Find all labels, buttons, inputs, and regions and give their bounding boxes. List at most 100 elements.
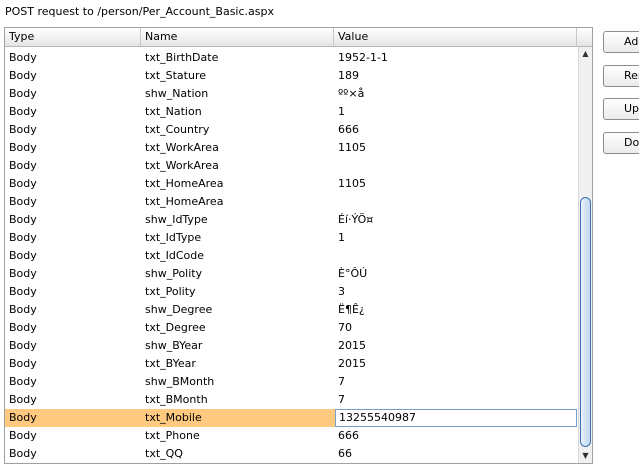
cell-name: shw_BMonth <box>145 375 215 388</box>
add-button[interactable]: Ad <box>603 31 639 53</box>
header-corner <box>577 28 592 47</box>
scroll-down-arrow-icon[interactable]: ▼ <box>579 449 592 463</box>
cell-value[interactable]: ºº×å <box>334 85 577 103</box>
table-row[interactable]: Body shw_Polity È°ÔÚ <box>5 265 577 283</box>
cell-name: txt_BirthDate <box>145 51 219 64</box>
cell-value[interactable]: 13255540987 <box>335 409 577 427</box>
request-title: POST request to /person/Per_Account_Basi… <box>5 5 274 18</box>
cell-type: Body <box>9 177 37 190</box>
table-row[interactable]: Body txt_HomeArea 1105 <box>5 175 577 193</box>
cell-value[interactable]: 66 <box>334 445 577 463</box>
table-row[interactable]: Body txt_QQ 66 <box>5 445 577 463</box>
table-row[interactable]: Body txt_BYear 2015 <box>5 355 577 373</box>
cell-value[interactable]: 1 <box>334 229 577 247</box>
cell-name: txt_Country <box>145 123 210 136</box>
cell-type: Body <box>9 159 37 172</box>
table-row[interactable]: Body shw_BMonth 7 <box>5 373 577 391</box>
table-body: Body txt_BirthDate 1952-1-1 Body txt_Stature… <box>5 49 577 463</box>
cell-name: txt_Nation <box>145 105 202 118</box>
table-row[interactable]: Body shw_BYear 2015 <box>5 337 577 355</box>
cell-name: txt_IdType <box>145 231 202 244</box>
cell-type: Body <box>9 267 37 280</box>
cell-value[interactable]: 1105 <box>334 139 577 157</box>
cell-value[interactable]: È°ÔÚ <box>334 265 577 283</box>
cell-type: Body <box>9 51 37 64</box>
cell-type: Body <box>9 375 37 388</box>
cell-name: shw_Nation <box>145 87 209 100</box>
cell-value[interactable]: 7 <box>334 373 577 391</box>
scroll-up-arrow-icon[interactable]: ▲ <box>579 47 592 61</box>
cell-name: txt_Degree <box>145 321 206 334</box>
table-row[interactable]: Body shw_IdType Éí·ÝÖ¤ <box>5 211 577 229</box>
cell-value[interactable]: 2015 <box>334 337 577 355</box>
cell-name: txt_HomeArea <box>145 177 224 190</box>
cell-value[interactable]: Ë¶Ê¿ <box>334 301 577 319</box>
cell-name: txt_Stature <box>145 69 207 82</box>
cell-value[interactable] <box>334 247 577 265</box>
table-row-selected[interactable]: Body txt_Mobile 13255540987 <box>5 409 577 427</box>
table-row[interactable]: Body txt_HomeArea <box>5 193 577 211</box>
column-header-type[interactable]: Type <box>5 28 141 46</box>
cell-value[interactable]: 7 <box>334 391 577 409</box>
cell-type: Body <box>9 303 37 316</box>
cell-type: Body <box>9 447 37 460</box>
cell-value[interactable]: 666 <box>334 427 577 445</box>
cell-value[interactable]: 189 <box>334 67 577 85</box>
table-row[interactable]: Body txt_Degree 70 <box>5 319 577 337</box>
cell-value[interactable] <box>334 157 577 175</box>
cell-name: txt_Polity <box>145 285 196 298</box>
table-row[interactable]: Body txt_WorkArea <box>5 157 577 175</box>
cell-value[interactable]: Éí·ÝÖ¤ <box>334 211 577 229</box>
cell-type: Body <box>9 321 37 334</box>
table-row[interactable]: Body txt_IdCode <box>5 247 577 265</box>
cell-type: Body <box>9 195 37 208</box>
table-row[interactable]: Body txt_Stature 189 <box>5 67 577 85</box>
cell-type: Body <box>9 339 37 352</box>
cell-name: txt_HomeArea <box>145 195 224 208</box>
down-button[interactable]: Dow <box>603 132 639 154</box>
remove-button[interactable]: Remo <box>603 65 639 87</box>
cell-value[interactable]: 1 <box>334 103 577 121</box>
cell-name: txt_BYear <box>145 357 196 370</box>
cell-value[interactable] <box>334 193 577 211</box>
cell-type: Body <box>9 105 37 118</box>
table-row[interactable]: Body txt_Phone 666 <box>5 427 577 445</box>
column-header-value[interactable]: Value <box>334 28 577 46</box>
table-row[interactable]: Body txt_BirthDate 1952-1-1 <box>5 49 577 67</box>
cell-type: Body <box>9 213 37 226</box>
params-table: Type Name Value Body txt_BirthDate 1952-1-… <box>4 27 593 464</box>
cell-value[interactable]: 2015 <box>334 355 577 373</box>
table-row[interactable]: Body txt_WorkArea 1105 <box>5 139 577 157</box>
cell-value[interactable]: 1952-1-1 <box>334 49 577 67</box>
table-row[interactable]: Body txt_BMonth 7 <box>5 391 577 409</box>
up-button[interactable]: Up <box>603 98 639 120</box>
cell-name: txt_BMonth <box>145 393 208 406</box>
table-row[interactable]: Body shw_Degree Ë¶Ê¿ <box>5 301 577 319</box>
table-row[interactable]: Body txt_Polity 3 <box>5 283 577 301</box>
table-row[interactable]: Body txt_Country 666 <box>5 121 577 139</box>
vertical-scrollbar[interactable]: ▲ ▼ <box>578 47 592 463</box>
cell-name: txt_IdCode <box>145 249 205 262</box>
cell-value[interactable]: 666 <box>334 121 577 139</box>
cell-name: txt_Mobile <box>145 411 202 424</box>
table-row[interactable]: Body txt_IdType 1 <box>5 229 577 247</box>
cell-name: shw_Polity <box>145 267 203 280</box>
cell-type: Body <box>9 357 37 370</box>
cell-value[interactable]: 70 <box>334 319 577 337</box>
cell-value[interactable]: 1105 <box>334 175 577 193</box>
cell-type: Body <box>9 69 37 82</box>
cell-name: txt_QQ <box>145 447 183 460</box>
cell-type: Body <box>9 285 37 298</box>
scrollbar-thumb[interactable] <box>580 197 591 447</box>
cell-name: shw_Degree <box>145 303 213 316</box>
column-header-name[interactable]: Name <box>141 28 334 46</box>
cell-type: Body <box>9 393 37 406</box>
table-header: Type Name Value <box>5 28 577 47</box>
cell-name: txt_Phone <box>145 429 200 442</box>
cell-name: shw_IdType <box>145 213 208 226</box>
cell-value[interactable]: 3 <box>334 283 577 301</box>
table-row[interactable]: Body txt_Nation 1 <box>5 103 577 121</box>
table-row[interactable]: Body shw_Nation ºº×å <box>5 85 577 103</box>
cell-name: txt_WorkArea <box>145 141 219 154</box>
cell-type: Body <box>9 123 37 136</box>
